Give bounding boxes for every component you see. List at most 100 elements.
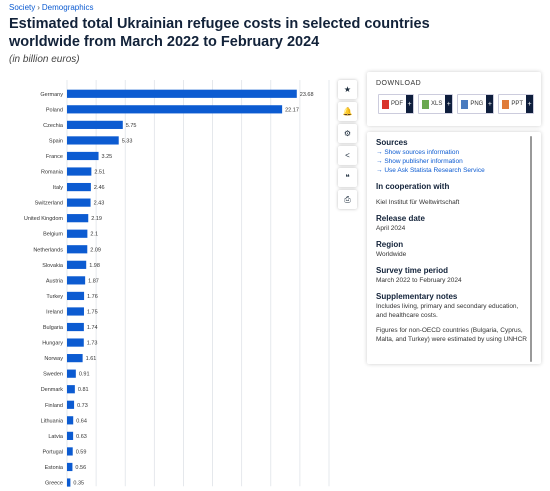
category-label: Denmark xyxy=(41,387,64,393)
category-label: Bulgaria xyxy=(43,325,64,331)
category-label: United Kingdom xyxy=(24,216,64,222)
bar[interactable] xyxy=(67,307,84,316)
info-scrollbar[interactable] xyxy=(530,136,532,362)
share-icon: < xyxy=(345,151,350,160)
value-label: 1.74 xyxy=(87,325,98,331)
bar[interactable] xyxy=(67,338,84,347)
value-label: 0.81 xyxy=(78,387,89,393)
breadcrumb-demographics-link[interactable]: Demographics xyxy=(42,3,94,12)
bar[interactable] xyxy=(67,229,88,238)
value-label: 0.56 xyxy=(75,465,86,471)
value-label: 2.51 xyxy=(94,170,105,176)
bar[interactable] xyxy=(67,198,91,207)
ask-statista-link[interactable]: → Use Ask Statista Research Service xyxy=(376,166,528,175)
bar[interactable] xyxy=(67,431,74,440)
bar[interactable] xyxy=(67,385,75,394)
plus-icon: + xyxy=(406,95,413,113)
bar[interactable] xyxy=(67,369,76,378)
bar[interactable] xyxy=(67,322,84,332)
bar[interactable] xyxy=(67,151,99,161)
link-label: Show sources information xyxy=(384,149,460,156)
bar[interactable] xyxy=(67,354,83,363)
download-label: PPT xyxy=(511,101,524,107)
category-label: France xyxy=(46,154,63,160)
show-sources-link[interactable]: → Show sources information xyxy=(376,148,528,157)
pdf-icon xyxy=(382,99,389,109)
bar[interactable] xyxy=(67,136,119,145)
category-label: Slovakia xyxy=(42,263,64,269)
info-content: Sources → Show sources information → Sho… xyxy=(376,137,528,344)
download-xls-button[interactable]: XLS + xyxy=(418,94,454,114)
period-value: March 2022 to February 2024 xyxy=(376,277,462,284)
value-label: 2.19 xyxy=(91,216,102,222)
plus-icon: + xyxy=(445,95,453,113)
category-label: Portugal xyxy=(43,449,64,455)
star-button[interactable]: ★ xyxy=(338,80,357,99)
category-label: Spain xyxy=(49,138,63,144)
cooperation-heading: In cooperation with xyxy=(376,182,450,191)
period-heading: Survey time period xyxy=(376,266,449,275)
value-label: 0.91 xyxy=(79,372,90,378)
value-label: 5.33 xyxy=(122,138,133,144)
show-publisher-link[interactable]: → Show publisher information xyxy=(376,157,528,166)
bar[interactable] xyxy=(67,276,86,285)
star-icon: ★ xyxy=(343,85,352,94)
share-button[interactable]: < xyxy=(338,146,357,165)
bar[interactable] xyxy=(67,105,283,114)
quote-button[interactable]: ❝ xyxy=(338,168,357,187)
value-label: 2.1 xyxy=(90,232,98,238)
bar[interactable] xyxy=(67,478,71,487)
category-label: Netherlands xyxy=(33,247,63,253)
download-label: PDF xyxy=(391,101,403,107)
breadcrumb-society-link[interactable]: Society xyxy=(9,3,35,12)
category-label: Finland xyxy=(45,403,63,409)
download-png-button[interactable]: PNG + xyxy=(457,94,495,114)
gear-button[interactable]: ⚙ xyxy=(338,124,357,143)
category-label: Ireland xyxy=(46,309,63,315)
bar[interactable] xyxy=(67,120,123,129)
category-label: Hungary xyxy=(42,341,63,347)
category-label: Czechia xyxy=(43,123,64,129)
value-label: 0.35 xyxy=(73,481,84,487)
bar[interactable] xyxy=(67,214,89,223)
bar[interactable] xyxy=(67,260,87,269)
value-label: 3.25 xyxy=(102,154,113,160)
value-label: 1.61 xyxy=(86,356,97,362)
breadcrumb: Society › Demographics xyxy=(9,3,93,12)
cooperation-value: Kiel Institut für Weltwirtschaft xyxy=(376,199,460,206)
bar[interactable] xyxy=(67,447,73,456)
plus-icon: + xyxy=(486,95,494,113)
print-button[interactable]: ⎙ xyxy=(338,190,357,209)
value-label: 23.68 xyxy=(300,92,314,98)
value-label: 0.59 xyxy=(76,449,87,455)
link-arrow-icon: → xyxy=(376,158,383,165)
bar[interactable] xyxy=(67,89,297,98)
link-label: Use Ask Statista Research Service xyxy=(384,167,485,174)
download-panel: DOWNLOAD PDF + XLS + PNG + PPT + xyxy=(367,72,541,126)
download-buttons: PDF + XLS + PNG + PPT + xyxy=(378,94,535,114)
bar-chart: Germany 23.68 Poland 22.17 Czechia 5.75 Spain 5… xyxy=(24,80,330,487)
gear-icon: ⚙ xyxy=(343,129,352,138)
download-pdf-button[interactable]: PDF + xyxy=(378,94,414,114)
bar[interactable] xyxy=(67,291,85,301)
bar[interactable] xyxy=(67,245,88,254)
category-label: Belgium xyxy=(43,232,63,238)
category-label: Lithuania xyxy=(41,418,64,424)
value-label: 2.46 xyxy=(94,185,105,191)
category-label: Italy xyxy=(53,185,63,191)
category-label: Turkey xyxy=(46,294,63,300)
category-label: Norway xyxy=(44,356,63,362)
bar[interactable] xyxy=(67,400,75,409)
bell-button[interactable]: 🔔 xyxy=(338,102,357,121)
value-label: 2.09 xyxy=(90,247,101,253)
bar[interactable] xyxy=(67,416,74,425)
link-arrow-icon: → xyxy=(376,167,383,174)
download-ppt-button[interactable]: PPT + xyxy=(498,94,535,114)
bar[interactable] xyxy=(67,182,91,192)
download-label: XLS xyxy=(431,101,443,107)
notes-value: Includes living, primary and secondary e… xyxy=(376,303,519,319)
notes-heading: Supplementary notes xyxy=(376,292,458,301)
bar[interactable] xyxy=(67,167,92,176)
bell-icon: 🔔 xyxy=(342,107,353,116)
bar[interactable] xyxy=(67,462,73,472)
